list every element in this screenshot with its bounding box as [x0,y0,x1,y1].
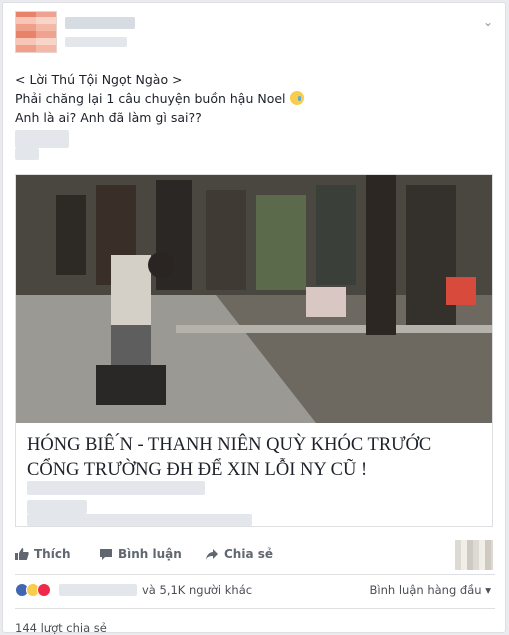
post-text-line-2: Phải chăng lại 1 câu chuyện buồn hậu Noe… [15,89,485,108]
divider [15,574,495,575]
post-text-line-3: Anh là ai? Anh đã làm gì sai?? [15,110,202,125]
link-description-redacted [27,481,205,495]
post-text: < Lời Thú Tội Ngọt Ngào > Phải chăng lại… [15,70,485,127]
post-actions-bar: Thích Bình luận Chia sẻ [15,541,495,569]
like-label: Thích [34,547,71,561]
crying-face-icon [289,91,304,105]
reactions-row[interactable]: và 5,1K người khác Bình luận hàng đầu ▾ [15,581,495,601]
comment-sort-dropdown[interactable]: Bình luận hàng đầu ▾ [370,583,491,597]
share-button[interactable]: Chia sẻ [205,547,273,561]
link-title-line-1: HÓNG BIÊ ́N - THANH NIÊN QUỲ KHÓC TRƯỚC [27,435,432,455]
redacted-link-text[interactable] [15,130,69,148]
post-timestamp-redacted[interactable] [65,37,127,47]
link-title-line-2: CỔNG TRƯỜNG ĐH ĐỂ XIN LỖI NY CŨ ! [27,460,368,480]
link-preview-card[interactable]: HÓNG BIÊ ́N - THANH NIÊN QUỲ KHÓC TRƯỚC … [15,174,493,527]
shares-count[interactable]: 144 lượt chia sẻ [15,621,107,635]
reactor-name-redacted[interactable] [59,584,137,596]
author-name-redacted[interactable] [65,17,135,29]
link-domain-redacted-2 [27,514,252,526]
street-photo-illustration [16,175,492,423]
author-avatar[interactable] [15,11,57,53]
divider [15,608,495,609]
post-text-line-1: < Lời Thú Tội Ngọt Ngào > [15,72,183,87]
reactions-count-label[interactable]: và 5,1K người khác [142,583,252,597]
comment-sort-label: Bình luận hàng đầu [369,583,482,597]
thumbs-up-icon [15,548,29,560]
share-label: Chia sẻ [224,547,274,561]
comment-icon [100,549,112,560]
link-preview-image[interactable] [16,175,492,423]
share-arrow-icon [206,549,218,560]
comment-button[interactable]: Bình luận [99,547,182,561]
like-button[interactable]: Thích [15,547,71,561]
link-domain-redacted [27,500,87,514]
caret-down-icon: ▾ [485,583,491,597]
love-icon[interactable] [37,583,51,597]
post-card: ⌄ < Lời Thú Tội Ngọt Ngào > Phải chăng l… [2,2,506,635]
comment-label: Bình luận [118,547,182,561]
link-preview-title[interactable]: HÓNG BIÊ ́N - THANH NIÊN QUỲ KHÓC TRƯỚC … [27,433,482,483]
redacted-link-text-2[interactable] [15,148,39,160]
chevron-down-icon[interactable]: ⌄ [483,16,493,28]
commenter-avatar-redacted[interactable] [455,540,493,570]
